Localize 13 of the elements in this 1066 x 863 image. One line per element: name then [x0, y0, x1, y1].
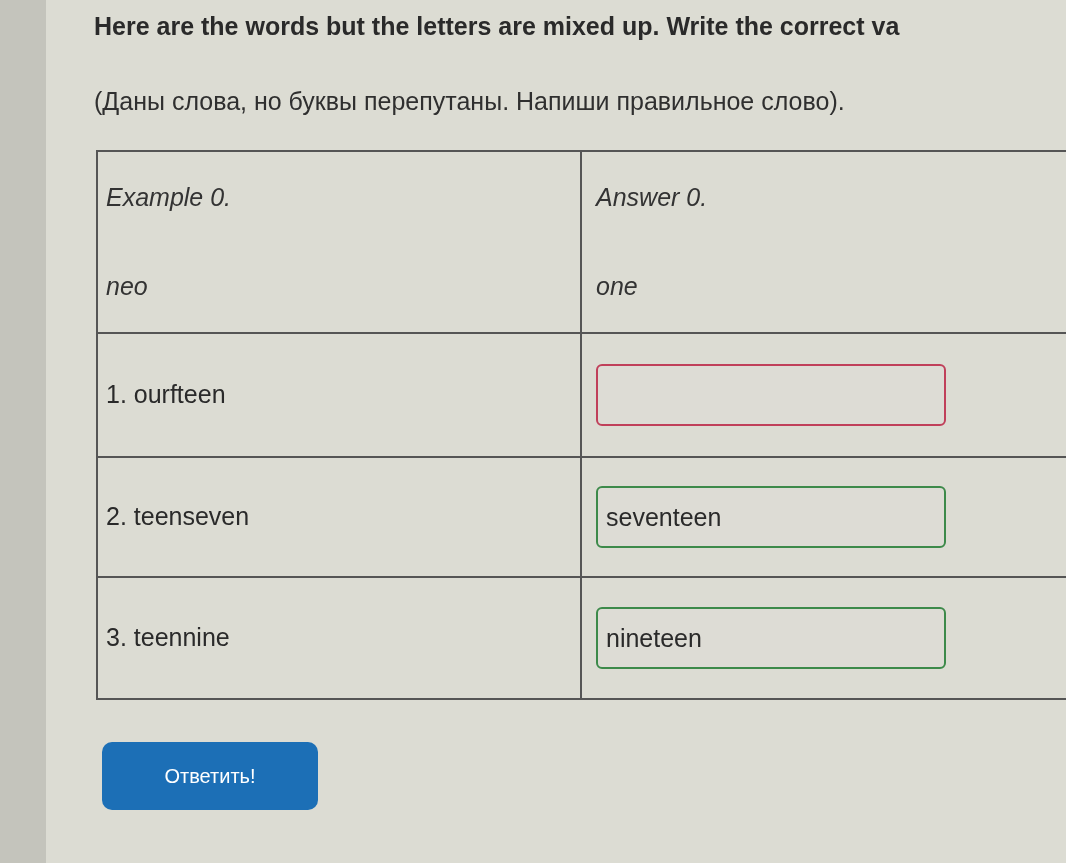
example-word: neo — [106, 271, 148, 302]
translation-text: (Даны слова, но буквы перепутаны. Напиши правильное слово). — [94, 85, 846, 117]
submit-button[interactable]: Ответить! — [102, 742, 318, 810]
answer-field[interactable]: seventeen — [596, 486, 946, 548]
answer-word: one — [596, 271, 638, 302]
scrambled-word: 3. teennine — [106, 622, 230, 654]
example-label: Example 0. — [106, 181, 232, 213]
answer-label: Answer 0. — [596, 181, 708, 213]
answer-field[interactable] — [596, 364, 946, 426]
instruction-text: Here are the words but the letters are mixed up. Write the correct va — [94, 11, 901, 42]
answer-field[interactable]: nineteen — [596, 607, 946, 669]
scrambled-word: 1. ourfteen — [106, 379, 226, 411]
scrambled-word: 2. teenseven — [106, 501, 250, 533]
